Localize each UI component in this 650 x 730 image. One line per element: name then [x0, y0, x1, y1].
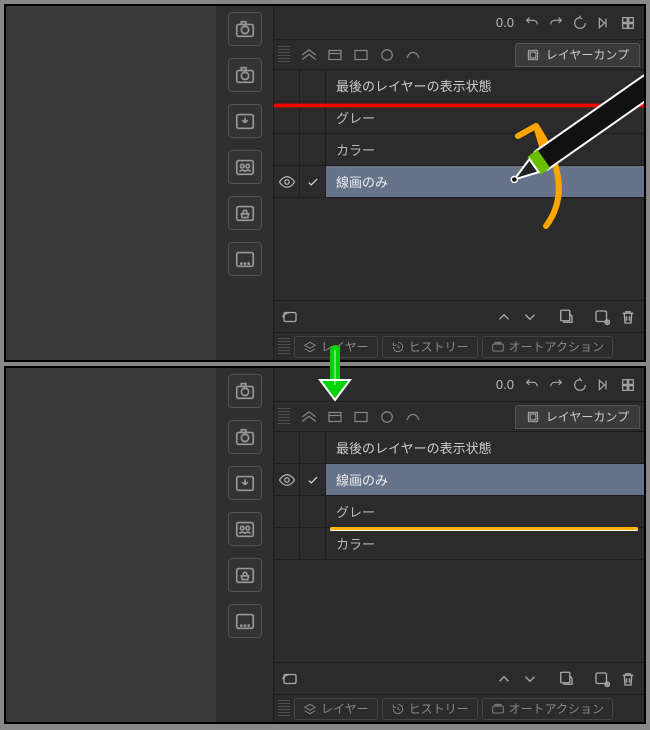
undo-icon[interactable]: [522, 375, 542, 395]
grid-icon[interactable]: [618, 375, 638, 395]
dock-btn-folder[interactable]: [228, 604, 262, 638]
dock-btn-camera2[interactable]: [228, 420, 262, 454]
dock-btn-lock[interactable]: [228, 196, 262, 230]
drag-grip-icon[interactable]: [278, 338, 290, 356]
redo-icon[interactable]: [546, 13, 566, 33]
last-state-label: 最後のレイヤーの表示状態: [326, 438, 644, 457]
layer-comp-list: 最後のレイヤーの表示状態 線画のみ グレー カラー: [274, 432, 644, 662]
dock-btn-folder[interactable]: [228, 242, 262, 276]
value-readout: 0.0: [496, 15, 514, 30]
result-underline-orange: [330, 527, 638, 530]
canvas-area: [6, 6, 216, 360]
trash-icon[interactable]: [618, 669, 638, 689]
mode-icons: [300, 46, 511, 64]
trash-icon[interactable]: [618, 307, 638, 327]
panel-footer: [274, 300, 644, 332]
redo-icon[interactable]: [546, 375, 566, 395]
tab-autoaction[interactable]: オートアクション: [482, 698, 613, 720]
rotate-icon[interactable]: [570, 375, 590, 395]
drag-grip-icon[interactable]: [278, 46, 290, 64]
comp-row-gray[interactable]: グレー: [274, 496, 644, 528]
panel-footer: [274, 662, 644, 694]
panel-before: 0.0 レイヤーカンプ 最後のレイヤーの表示: [4, 4, 646, 362]
comp-label: カラー: [326, 534, 644, 553]
panel-toolbar: レイヤーカンプ: [274, 40, 644, 70]
rotate-icon[interactable]: [570, 13, 590, 33]
bottom-tabs: レイヤー ヒストリー オートアクション: [274, 694, 644, 722]
annotation-result-arrow: [310, 345, 360, 405]
dock-btn-camera[interactable]: [228, 12, 262, 46]
dock-btn-lock[interactable]: [228, 558, 262, 592]
panel-after: 0.0 レイヤーカンプ 最後のレイヤーの表示: [4, 366, 646, 724]
apply-check-icon[interactable]: [300, 464, 326, 495]
comp-label: 線画のみ: [326, 464, 644, 495]
layer-comp-panel: 0.0 レイヤーカンプ 最後のレイヤーの表示: [274, 368, 644, 722]
move-up-icon[interactable]: [494, 307, 514, 327]
undo-icon[interactable]: [522, 13, 542, 33]
drag-grip-icon[interactable]: [278, 408, 290, 426]
comp-row-lineart[interactable]: 線画のみ: [274, 464, 644, 496]
vertical-dock: [216, 368, 274, 722]
mode-icons: [300, 408, 511, 426]
dock-btn-people[interactable]: [228, 150, 262, 184]
tab-history[interactable]: ヒストリー: [382, 336, 478, 358]
apply-single-icon[interactable]: [280, 307, 300, 327]
comp-row-color[interactable]: カラー: [274, 528, 644, 560]
apply-single-icon[interactable]: [280, 669, 300, 689]
apply-check-icon[interactable]: [300, 166, 326, 197]
grid-icon[interactable]: [618, 13, 638, 33]
tab-history[interactable]: ヒストリー: [382, 698, 478, 720]
last-state-row[interactable]: 最後のレイヤーの表示状態: [274, 432, 644, 464]
value-readout: 0.0: [496, 377, 514, 392]
move-down-icon[interactable]: [520, 669, 540, 689]
drag-grip-icon[interactable]: [278, 700, 290, 718]
add-icon[interactable]: [592, 307, 612, 327]
skip-icon[interactable]: [594, 375, 614, 395]
add-icon[interactable]: [592, 669, 612, 689]
layer-comp-tab-label: レイヤーカンプ: [546, 408, 629, 425]
panel-toolbar: レイヤーカンプ: [274, 402, 644, 432]
new-comp-icon[interactable]: [556, 307, 576, 327]
dock-btn-download[interactable]: [228, 104, 262, 138]
tab-autoaction[interactable]: オートアクション: [482, 336, 613, 358]
move-up-icon[interactable]: [494, 669, 514, 689]
visibility-icon[interactable]: [274, 464, 300, 495]
visibility-icon[interactable]: [274, 166, 300, 197]
canvas-area: [6, 368, 216, 722]
move-down-icon[interactable]: [520, 307, 540, 327]
dock-btn-people[interactable]: [228, 512, 262, 546]
skip-icon[interactable]: [594, 13, 614, 33]
dock-btn-camera2[interactable]: [228, 58, 262, 92]
vertical-dock: [216, 6, 274, 360]
new-comp-icon[interactable]: [556, 669, 576, 689]
tab-layer[interactable]: レイヤー: [294, 698, 378, 720]
layer-comp-tab[interactable]: レイヤーカンプ: [515, 43, 640, 67]
dock-btn-download[interactable]: [228, 466, 262, 500]
dock-btn-camera[interactable]: [228, 374, 262, 408]
layer-comp-tab-label: レイヤーカンプ: [546, 46, 629, 63]
layer-comp-tab[interactable]: レイヤーカンプ: [515, 405, 640, 429]
panel-header: 0.0: [274, 6, 644, 40]
comp-label: グレー: [326, 502, 644, 521]
